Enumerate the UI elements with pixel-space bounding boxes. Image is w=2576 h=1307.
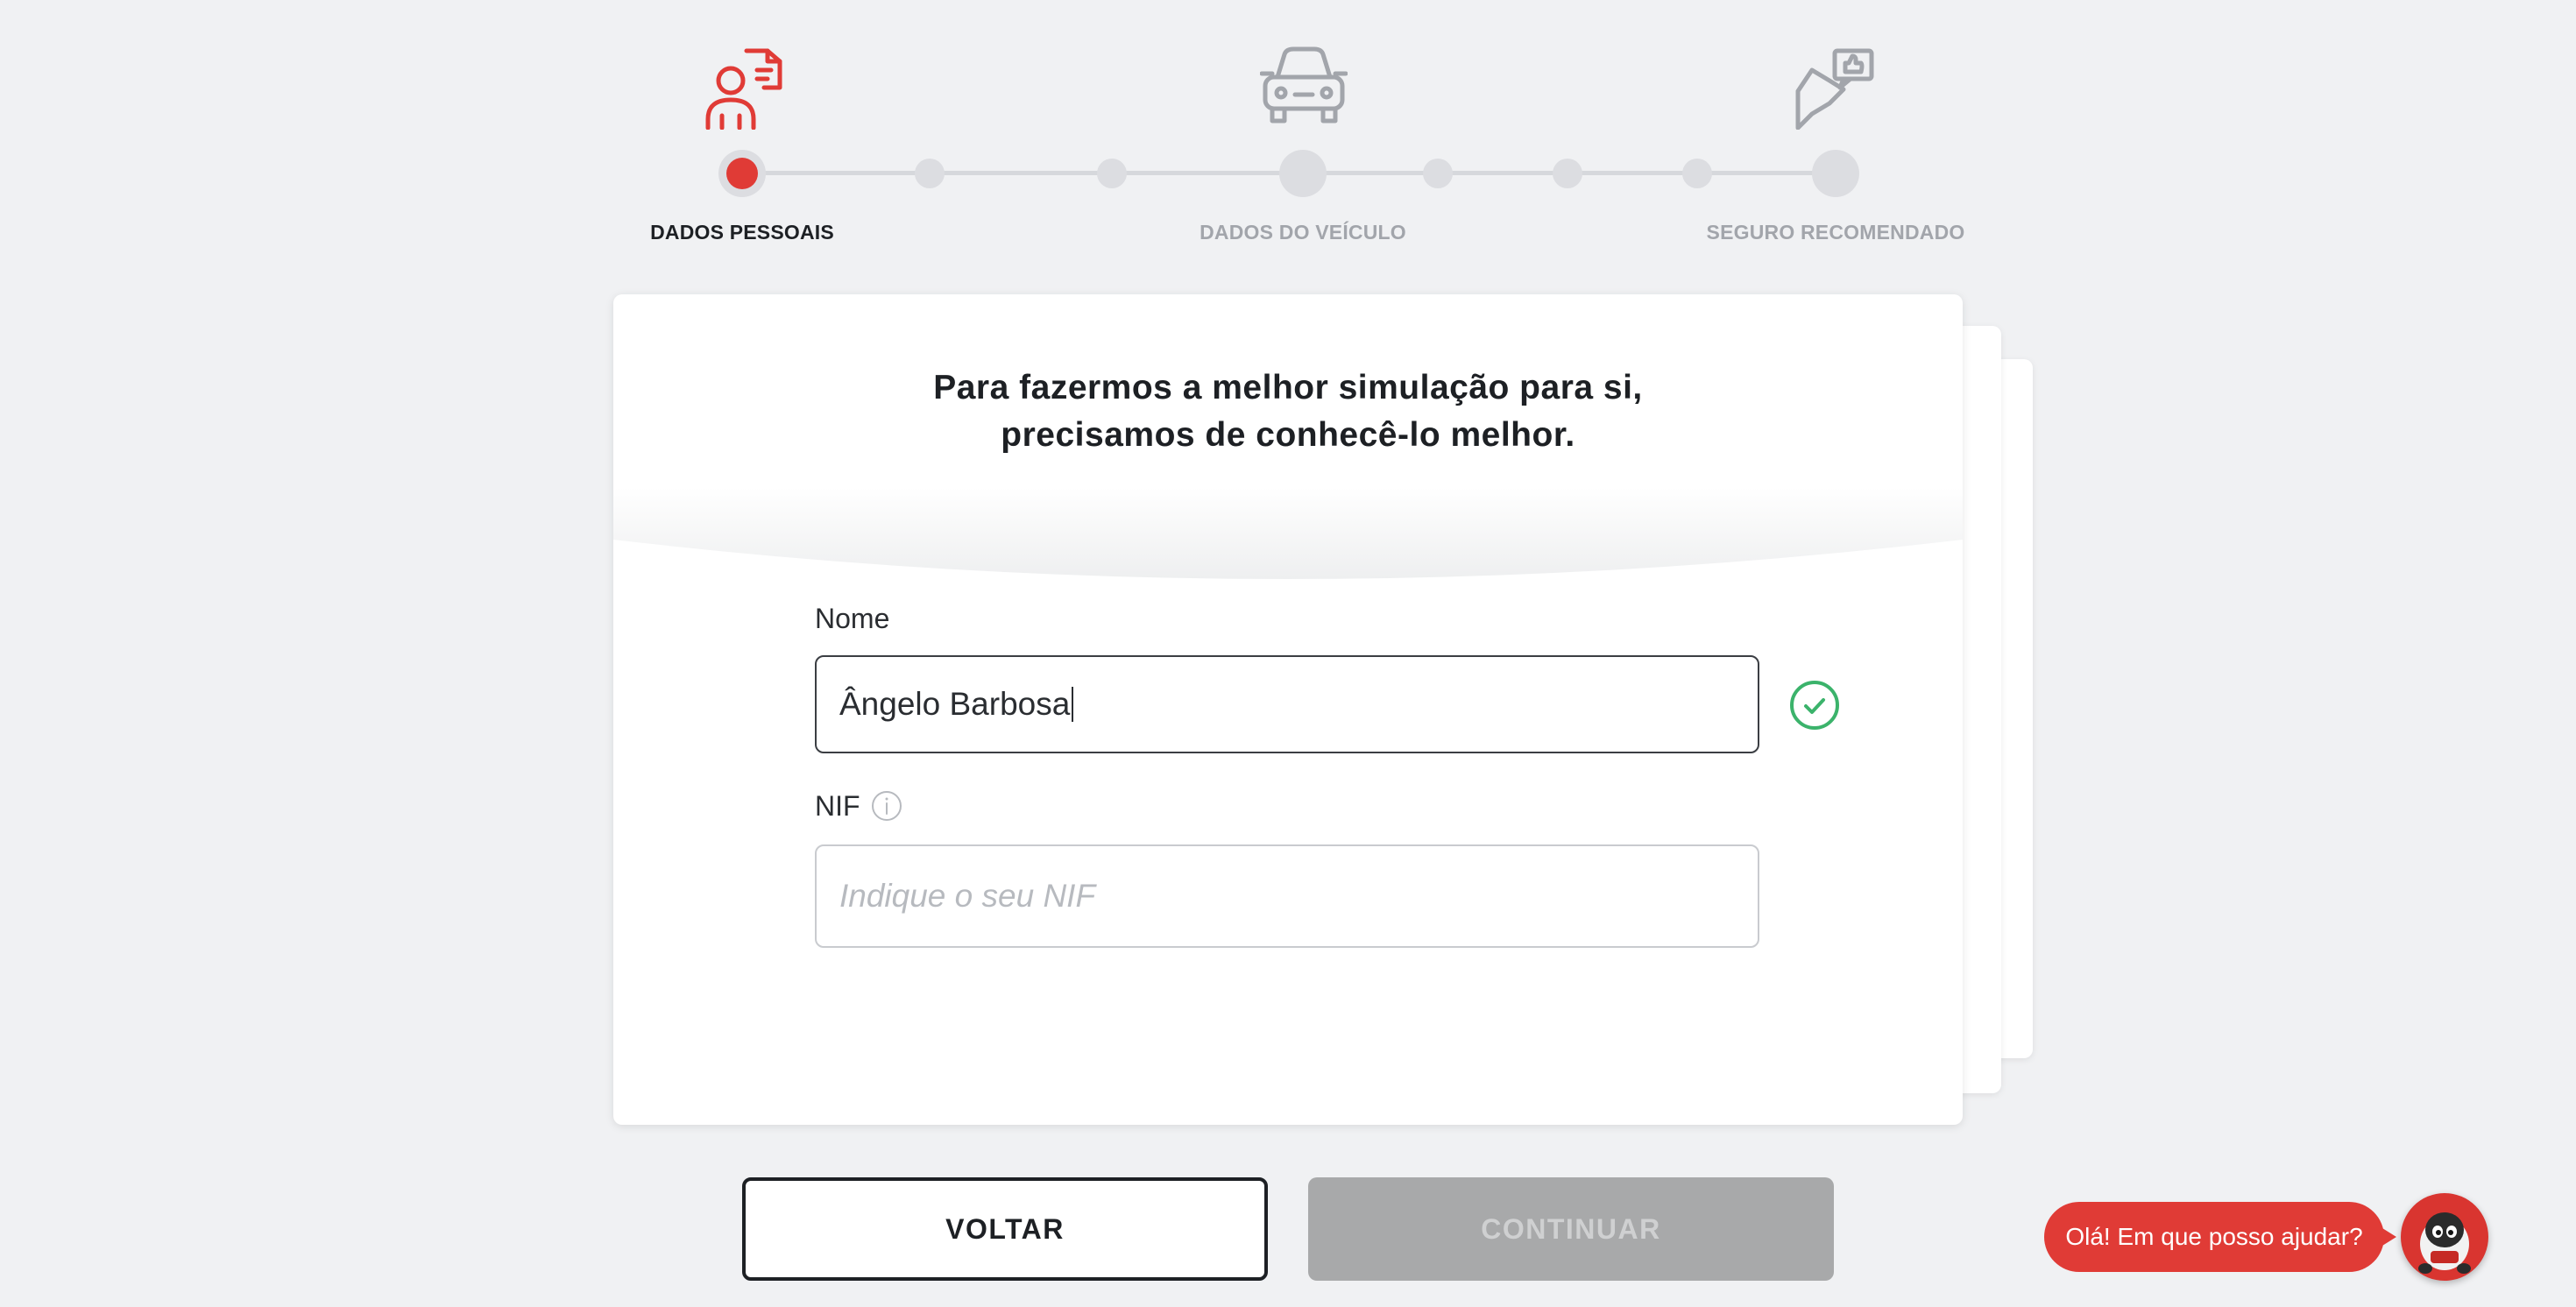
card-title-line-1: Para fazermos a melhor simulação para si… bbox=[933, 369, 1643, 406]
text-caret bbox=[1072, 687, 1074, 722]
chat-greeting-text: Olá! Em que posso ajudar? bbox=[2065, 1223, 2363, 1250]
step-dot bbox=[1682, 159, 1712, 188]
step-dot-milestone bbox=[1279, 150, 1327, 197]
step-dot-current bbox=[718, 150, 766, 197]
nif-input-placeholder: Indique o seu NIF bbox=[839, 878, 1096, 914]
card-header: Para fazermos a melhor simulação para si… bbox=[613, 294, 1963, 496]
form-card: Para fazermos a melhor simulação para si… bbox=[613, 294, 1963, 1125]
continue-button-label: CONTINUAR bbox=[1481, 1212, 1661, 1245]
nif-label: NIF bbox=[815, 790, 860, 822]
back-button[interactable]: VOLTAR bbox=[742, 1177, 1268, 1281]
thumbs-up-chat-icon bbox=[1795, 48, 1874, 130]
back-button-label: VOLTAR bbox=[945, 1212, 1065, 1245]
step-dot bbox=[1097, 159, 1127, 188]
person-document-icon bbox=[705, 48, 782, 130]
continue-button[interactable]: CONTINUAR bbox=[1308, 1177, 1834, 1281]
chat-avatar-button[interactable] bbox=[2401, 1193, 2488, 1281]
info-icon[interactable] bbox=[871, 790, 902, 822]
name-label: Nome bbox=[815, 603, 890, 634]
step-dot bbox=[1553, 159, 1582, 188]
nif-input[interactable]: Indique o seu NIF bbox=[815, 844, 1759, 948]
step-label-personal: DADOS PESSOAIS bbox=[650, 221, 834, 244]
step-dot bbox=[1423, 159, 1453, 188]
header-curve bbox=[613, 487, 1963, 579]
name-input-value: Ângelo Barbosa bbox=[839, 686, 1071, 722]
step-dot bbox=[915, 159, 945, 188]
assistant-avatar-icon bbox=[2418, 1212, 2471, 1274]
chat-greeting-bubble[interactable]: Olá! Em que posso ajudar? bbox=[2044, 1202, 2396, 1272]
step-dot-milestone bbox=[1812, 150, 1859, 197]
step-label-vehicle: DADOS DO VEÍCULO bbox=[1200, 221, 1406, 244]
check-circle-icon bbox=[1790, 681, 1839, 730]
card-title: Para fazermos a melhor simulação para si… bbox=[613, 364, 1963, 459]
card-title-line-2: precisamos de conhecê-lo melhor. bbox=[1001, 416, 1575, 454]
name-input[interactable]: Ângelo Barbosa bbox=[815, 655, 1759, 753]
step-label-insurance: SEGURO RECOMENDADO bbox=[1706, 221, 1965, 244]
car-icon bbox=[1260, 46, 1348, 124]
